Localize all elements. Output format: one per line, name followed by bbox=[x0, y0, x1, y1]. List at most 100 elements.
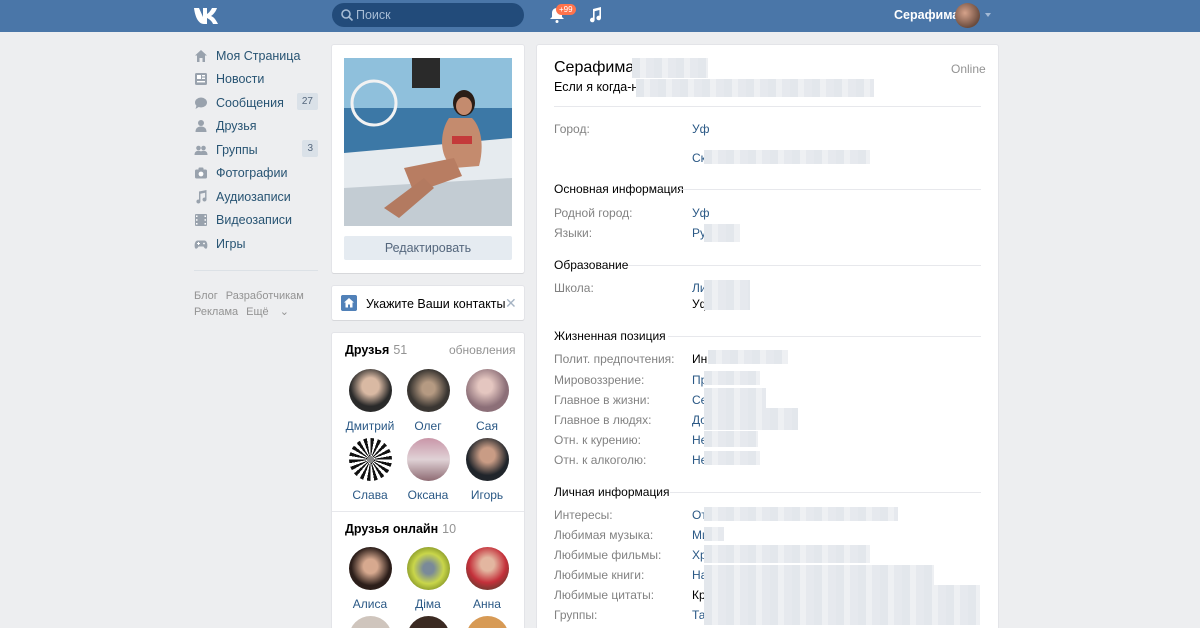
sidebar-divider bbox=[194, 270, 318, 271]
profile-status[interactable]: Если я когда-ни bbox=[554, 80, 645, 94]
sidebar-item-audio[interactable]: Аудиозаписи bbox=[190, 185, 322, 209]
search-box[interactable]: Поиск bbox=[332, 3, 524, 27]
sidebar-item-games[interactable]: Игры bbox=[190, 232, 322, 256]
messages-count-badge: 27 bbox=[296, 93, 318, 110]
sidebar-item-label: Аудиозаписи bbox=[216, 189, 291, 204]
friend-item[interactable]: Оксана bbox=[398, 438, 458, 502]
friend-name: Алиса bbox=[352, 597, 388, 611]
redacted-block bbox=[704, 545, 870, 563]
friend-item[interactable]: Слава bbox=[340, 438, 400, 502]
online-status: Online bbox=[951, 62, 986, 76]
footer-link-ads[interactable]: Реклама bbox=[194, 306, 238, 318]
sidebar-item-groups[interactable]: Группы 3 bbox=[190, 138, 322, 162]
sidebar-item-label: Игры bbox=[216, 236, 246, 251]
friend-online-item[interactable] bbox=[398, 616, 458, 628]
redacted-block bbox=[632, 58, 708, 78]
footer-link-more[interactable]: Ещё ⌄ bbox=[246, 306, 297, 318]
redacted-block bbox=[704, 431, 758, 447]
profile-photo[interactable] bbox=[344, 58, 512, 226]
info-label: Родной город: bbox=[554, 206, 633, 220]
friend-item[interactable]: Сая bbox=[457, 369, 517, 433]
sidebar-footer: Блог Разработчикам Реклама Ещё ⌄ bbox=[194, 288, 312, 320]
city-value[interactable]: Уф bbox=[692, 122, 710, 136]
friends-icon bbox=[195, 120, 207, 133]
friend-avatar bbox=[406, 369, 450, 412]
top-bar: Поиск +99 Серафима bbox=[0, 0, 1200, 32]
sidebar-item-friends[interactable]: Друзья bbox=[190, 115, 322, 139]
sidebar-item-video[interactable]: Видеозаписи bbox=[190, 209, 322, 233]
groups-icon bbox=[194, 145, 208, 155]
friend-online-item[interactable] bbox=[340, 616, 400, 628]
camera-icon bbox=[195, 167, 207, 179]
edit-profile-button[interactable]: Редактировать bbox=[344, 236, 512, 260]
friend-avatar bbox=[348, 616, 392, 628]
friend-name: Анна bbox=[473, 597, 501, 611]
friend-name: Дмитрий bbox=[345, 419, 395, 433]
redacted-block bbox=[704, 408, 798, 430]
redacted-block bbox=[704, 224, 740, 242]
chevron-down-icon[interactable] bbox=[985, 13, 991, 17]
search-icon bbox=[341, 9, 354, 22]
friend-online-item[interactable]: Діма bbox=[398, 547, 458, 611]
info-value: Ин bbox=[692, 352, 708, 366]
sidebar-item-my-page[interactable]: Моя Страница bbox=[190, 44, 322, 68]
profile-header-divider bbox=[554, 106, 981, 107]
header-user-name[interactable]: Серафима bbox=[894, 8, 959, 22]
friend-avatar bbox=[465, 438, 509, 481]
news-icon bbox=[195, 73, 207, 86]
contacts-prompt-text[interactable]: Укажите Ваши контакты bbox=[366, 297, 506, 311]
friend-avatar bbox=[465, 616, 509, 628]
friend-avatar bbox=[465, 369, 509, 412]
music-icon bbox=[196, 189, 207, 204]
sidebar-item-messages[interactable]: Сообщения 27 bbox=[190, 91, 322, 115]
friend-online-item[interactable]: Алиса bbox=[340, 547, 400, 611]
header-avatar[interactable] bbox=[955, 3, 980, 28]
friend-name: Сая bbox=[476, 419, 498, 433]
music-note-icon[interactable] bbox=[587, 7, 603, 23]
vk-logo-icon[interactable] bbox=[193, 6, 223, 24]
friends-heading[interactable]: Друзья 51 bbox=[345, 343, 407, 357]
friends-updates-link[interactable]: обновления bbox=[449, 343, 515, 357]
friend-name: Слава bbox=[352, 488, 388, 502]
redacted-block bbox=[708, 350, 788, 364]
info-label: Любимые фильмы: bbox=[554, 548, 662, 562]
friend-avatar bbox=[348, 369, 392, 412]
section-divider bbox=[628, 265, 981, 266]
friend-online-item[interactable]: Анна bbox=[457, 547, 517, 611]
sidebar-item-news[interactable]: Новости bbox=[190, 68, 322, 92]
section-divider bbox=[670, 492, 981, 493]
friend-item[interactable]: Игорь bbox=[457, 438, 517, 502]
sidebar-item-photos[interactable]: Фотографии bbox=[190, 162, 322, 186]
info-label: Любимые книги: bbox=[554, 568, 645, 582]
info-label: Главное в жизни: bbox=[554, 393, 650, 407]
friend-avatar bbox=[406, 616, 450, 628]
info-label: Отн. к алкоголю: bbox=[554, 453, 647, 467]
close-icon[interactable]: ✕ bbox=[505, 295, 517, 312]
friend-name: Оксана bbox=[407, 488, 449, 502]
footer-link-developers[interactable]: Разработчикам bbox=[226, 290, 304, 302]
section-life-position: Жизненная позиция bbox=[554, 329, 666, 343]
home-icon bbox=[341, 295, 357, 311]
sidebar-item-label: Группы bbox=[216, 142, 258, 157]
info-label: Группы: bbox=[554, 608, 598, 622]
footer-link-blog[interactable]: Блог bbox=[194, 290, 218, 302]
city-label: Город: bbox=[554, 122, 590, 136]
friends-online-title: Друзья онлайн bbox=[345, 522, 439, 536]
notifications-badge: +99 bbox=[556, 4, 576, 15]
info-label: Любимая музыка: bbox=[554, 528, 654, 542]
sidebar-item-label: Сообщения bbox=[216, 95, 284, 110]
messages-icon bbox=[195, 97, 207, 109]
friend-item[interactable]: Олег bbox=[398, 369, 458, 433]
friend-avatar bbox=[348, 547, 392, 590]
friend-online-item[interactable] bbox=[457, 616, 517, 628]
friend-item[interactable]: Дмитрий bbox=[340, 369, 400, 433]
footer-more-label: Ещё bbox=[246, 306, 269, 318]
sidebar-item-label: Фотографии bbox=[216, 166, 288, 181]
info-label: Главное в людях: bbox=[554, 413, 652, 427]
info-label: Интересы: bbox=[554, 508, 613, 522]
section-personal-info: Личная информация bbox=[554, 485, 670, 499]
friend-name: Олег bbox=[414, 419, 442, 433]
friends-online-heading[interactable]: Друзья онлайн 10 bbox=[345, 522, 456, 536]
redacted-block bbox=[636, 79, 874, 97]
info-value[interactable]: Уф bbox=[692, 206, 710, 220]
